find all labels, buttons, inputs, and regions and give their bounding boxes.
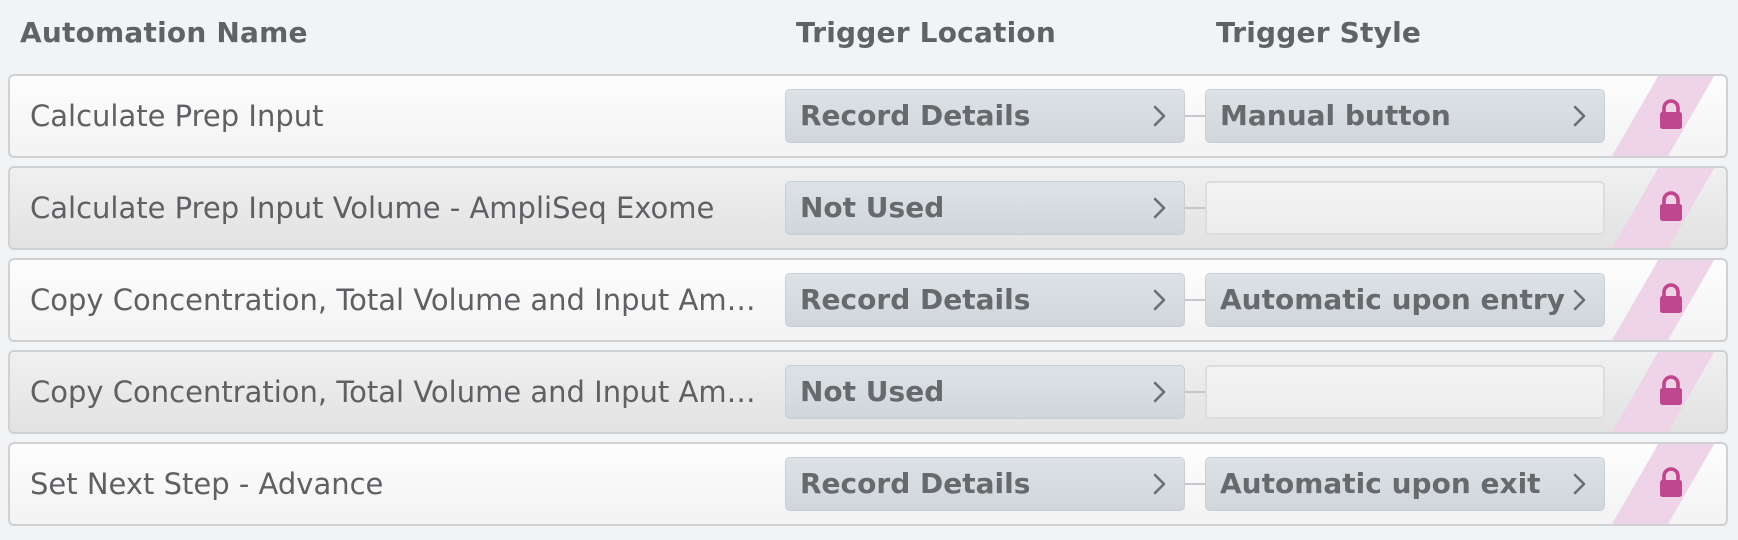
trigger-style-value: Manual button xyxy=(1220,99,1451,132)
automation-row[interactable]: Calculate Prep Input Volume - AmpliSeq E… xyxy=(8,166,1728,250)
trigger-location-select[interactable]: Record Details xyxy=(785,457,1185,511)
lock-icon xyxy=(1660,99,1682,129)
trigger-style-select[interactable]: Automatic upon entry xyxy=(1205,273,1605,327)
lock-icon xyxy=(1660,191,1682,221)
automation-row[interactable]: Set Next Step - Advance Record Details A… xyxy=(8,442,1728,526)
trigger-style-select[interactable]: Automatic upon exit xyxy=(1205,457,1605,511)
chevron-right-icon xyxy=(1153,473,1166,495)
automation-row[interactable]: Copy Concentration, Total Volume and Inp… xyxy=(8,258,1728,342)
trigger-style-select[interactable]: Manual button xyxy=(1205,89,1605,143)
locked-indicator xyxy=(1608,444,1726,524)
trigger-style-value: Automatic upon exit xyxy=(1220,467,1541,500)
locked-indicator xyxy=(1608,260,1726,340)
chevron-right-icon xyxy=(1153,197,1166,219)
trigger-style-select[interactable] xyxy=(1205,365,1605,419)
connector-line xyxy=(1185,207,1205,209)
chevron-right-icon xyxy=(1573,105,1586,127)
chevron-right-icon xyxy=(1573,289,1586,311)
trigger-location-value: Record Details xyxy=(800,283,1031,316)
trigger-location-select[interactable]: Not Used xyxy=(785,365,1185,419)
lock-icon xyxy=(1660,283,1682,313)
locked-indicator xyxy=(1608,76,1726,156)
trigger-location-select[interactable]: Record Details xyxy=(785,273,1185,327)
chevron-right-icon xyxy=(1153,289,1166,311)
trigger-style-select[interactable] xyxy=(1205,181,1605,235)
trigger-style-value: Automatic upon entry xyxy=(1220,283,1565,316)
locked-indicator xyxy=(1608,168,1726,248)
automation-name: Copy Concentration, Total Volume and Inp… xyxy=(30,283,770,317)
automation-name: Copy Concentration, Total Volume and Inp… xyxy=(30,375,756,409)
connector-line xyxy=(1185,391,1205,393)
trigger-location-value: Record Details xyxy=(800,467,1031,500)
automation-row[interactable]: Copy Concentration, Total Volume and Inp… xyxy=(8,350,1728,434)
automation-row[interactable]: Calculate Prep Input Record Details Manu… xyxy=(8,74,1728,158)
trigger-location-value: Not Used xyxy=(800,375,945,408)
automation-name: Calculate Prep Input Volume - AmpliSeq E… xyxy=(30,191,715,225)
automation-name: Set Next Step - Advance xyxy=(30,467,384,501)
chevron-right-icon xyxy=(1573,473,1586,495)
chevron-right-icon xyxy=(1153,105,1166,127)
trigger-location-value: Record Details xyxy=(800,99,1031,132)
automation-name: Calculate Prep Input xyxy=(30,99,324,133)
trigger-location-value: Not Used xyxy=(800,191,945,224)
chevron-right-icon xyxy=(1153,381,1166,403)
lock-icon xyxy=(1660,375,1682,405)
connector-line xyxy=(1185,483,1205,485)
lock-icon xyxy=(1660,467,1682,497)
trigger-location-select[interactable]: Record Details xyxy=(785,89,1185,143)
automation-list: Calculate Prep Input Record Details Manu… xyxy=(0,0,1738,540)
connector-line xyxy=(1185,299,1205,301)
trigger-location-select[interactable]: Not Used xyxy=(785,181,1185,235)
connector-line xyxy=(1185,115,1205,117)
locked-indicator xyxy=(1608,352,1726,432)
